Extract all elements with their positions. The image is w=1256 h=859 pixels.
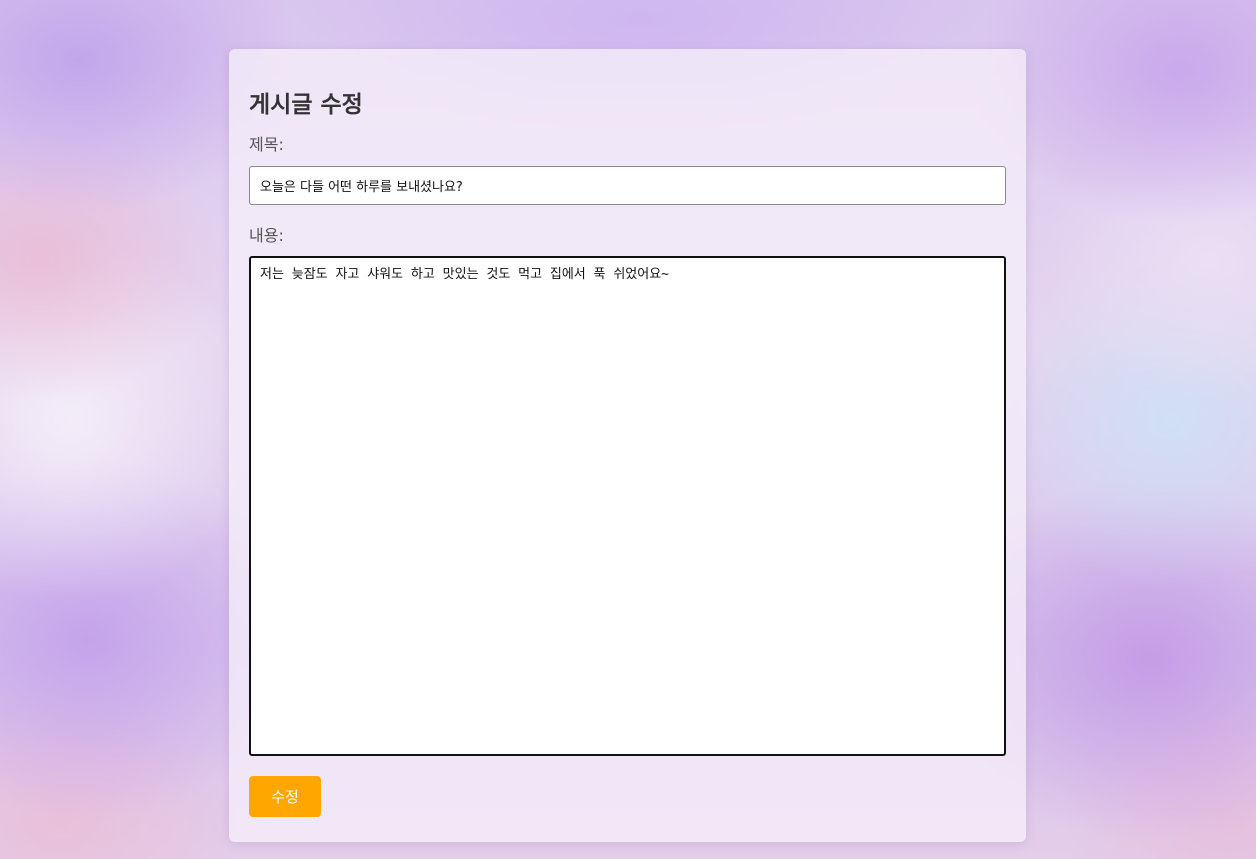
submit-edit-button[interactable]: 수정 (249, 776, 321, 817)
content-textarea[interactable]: 저는 늦잠도 자고 샤워도 하고 맛있는 것도 먹고 집에서 푹 쉬었어요~ (249, 256, 1006, 756)
page-title: 게시글 수정 (249, 92, 363, 118)
content-label: 내용: (249, 226, 284, 245)
title-label: 제목: (249, 135, 284, 154)
edit-post-card: 게시글 수정 제목: 내용: 저는 늦잠도 자고 샤워도 하고 맛있는 것도 먹… (229, 49, 1026, 842)
title-input[interactable] (249, 166, 1006, 205)
